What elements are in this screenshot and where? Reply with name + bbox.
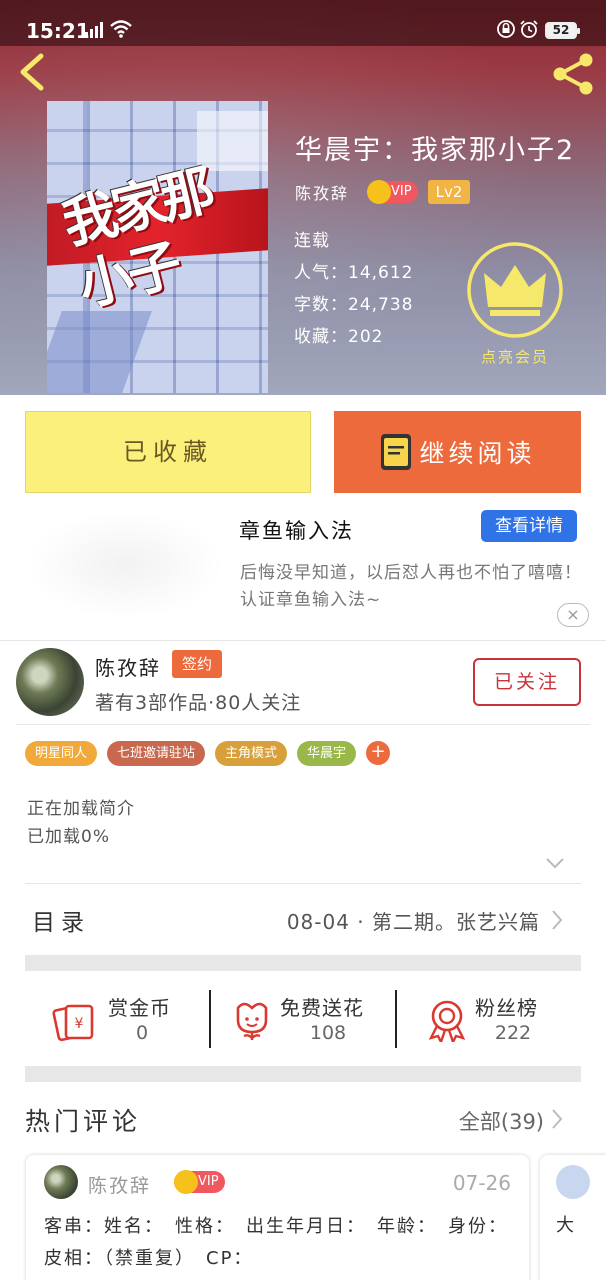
- status-time: 15:21: [26, 19, 90, 43]
- lock-icon: [497, 20, 515, 38]
- book-title: 华晨宇：我家那小子2: [295, 135, 576, 166]
- chevron-right-icon[interactable]: [551, 1108, 563, 1130]
- red-envelope-icon: ¥: [52, 1004, 94, 1042]
- ad-title: 章鱼输入法: [239, 519, 354, 543]
- divider: [16, 724, 590, 725]
- medal-icon: [428, 1000, 466, 1042]
- vip-badge: VIP: [367, 180, 418, 204]
- section-separator: [25, 1066, 581, 1082]
- stat-value: 108: [309, 1022, 347, 1044]
- alarm-icon: [520, 20, 538, 38]
- continue-reading-button[interactable]: 继续阅读: [334, 411, 581, 493]
- popularity-stat: 人气：14,612: [294, 258, 413, 283]
- word-count-value: 24,738: [348, 295, 414, 315]
- tag-item[interactable]: 七班邀请驻站: [107, 741, 206, 766]
- ad-image: [25, 510, 225, 620]
- comment-user: 陈孜辞: [88, 1175, 152, 1197]
- fan-ranking[interactable]: 粉丝榜 222: [425, 986, 585, 1056]
- comment-card[interactable]: 陈孜辞 VIP 07-26 客串：姓名： 性格： 出生年月日： 年龄： 身份： …: [26, 1155, 529, 1280]
- comment-text: 大: [556, 1215, 574, 1236]
- wifi-icon: [110, 20, 132, 38]
- continue-reading-label: 继续阅读: [419, 439, 536, 468]
- intro-line: 已加载0%: [27, 827, 110, 847]
- divider: [0, 640, 606, 641]
- favorites-stat: 收藏：202: [294, 322, 383, 347]
- comment-date: 07-26: [452, 1171, 511, 1195]
- status-bar: 15:21 52: [0, 0, 606, 46]
- latest-chapter: 08-04 · 第二期。张艺兴篇: [286, 910, 540, 934]
- section-separator: [25, 955, 581, 971]
- serial-status: 连载: [294, 231, 330, 251]
- all-comments-link[interactable]: 全部(39): [459, 1106, 544, 1136]
- cover-decoration: [47, 311, 152, 393]
- word-count-label: 字数：: [294, 295, 348, 315]
- avatar[interactable]: [44, 1165, 78, 1199]
- favorites-value: 202: [348, 327, 384, 347]
- tag-item[interactable]: 主角模式: [215, 741, 288, 766]
- crown-icon: [174, 1170, 198, 1194]
- favorites-label: 收藏：: [294, 327, 348, 347]
- crown-icon: [367, 180, 392, 204]
- back-button[interactable]: [15, 52, 49, 92]
- book-cover[interactable]: 我家那小子: [47, 101, 268, 393]
- book-icon: [381, 434, 412, 470]
- avatar[interactable]: [16, 648, 84, 716]
- signed-badge: 签约: [172, 650, 222, 678]
- stat-value: 222: [494, 1022, 532, 1044]
- popularity-value: 14,612: [348, 263, 414, 283]
- ad-detail-button[interactable]: 查看详情: [481, 510, 577, 542]
- stat-label: 粉丝榜: [475, 996, 538, 1020]
- stat-value: 0: [135, 1022, 149, 1044]
- toc-label: 目录: [32, 910, 90, 936]
- share-button[interactable]: [548, 52, 598, 96]
- svg-text:¥: ¥: [75, 1016, 84, 1032]
- author-stats: 著有3部作品·80人关注: [95, 692, 302, 714]
- level-badge: Lv2: [427, 180, 471, 204]
- author-name[interactable]: 陈孜辞: [295, 180, 349, 204]
- comment-text: 客串：姓名： 性格： 出生年月日： 年龄： 身份： 皮相：（禁重复） CP：: [44, 1216, 519, 1269]
- cover-title: 我家那小子: [56, 157, 218, 319]
- author-block-name[interactable]: 陈孜辞: [95, 652, 161, 681]
- vip-label: VIP: [198, 1174, 219, 1189]
- more-tags-button[interactable]: +: [366, 741, 391, 765]
- avatar[interactable]: [556, 1165, 590, 1199]
- chevron-right-icon: [552, 910, 563, 930]
- stat-label: 赏金币: [108, 996, 171, 1020]
- battery-icon: 52: [545, 22, 580, 39]
- collected-button[interactable]: 已收藏: [25, 411, 311, 493]
- ad-close-icon[interactable]: ×: [557, 603, 589, 627]
- vip-badge: VIP: [174, 1170, 225, 1194]
- follow-button[interactable]: 已关注: [473, 658, 581, 706]
- book-intro: 正在加载简介 已加载0%: [27, 795, 135, 851]
- divider: [395, 990, 397, 1048]
- intro-line: 正在加载简介: [27, 799, 135, 819]
- comment-card[interactable]: 大: [540, 1155, 606, 1280]
- author-row: 陈孜辞 VIP Lv2: [295, 180, 471, 204]
- hot-comments-title: 热门评论: [25, 1107, 142, 1136]
- tag-list: 明星同人 七班邀请驻站 主角模式 华晨宇 +: [25, 741, 391, 767]
- signal-icon: [85, 22, 103, 38]
- vip-label: VIP: [391, 184, 412, 199]
- word-count-stat: 字数：24,738: [294, 290, 413, 315]
- tag-item[interactable]: 明星同人: [25, 741, 98, 766]
- chevron-down-icon[interactable]: [545, 856, 565, 870]
- divider: [209, 990, 211, 1048]
- tag-item[interactable]: 华晨宇: [297, 741, 357, 766]
- stat-label: 免费送花: [280, 996, 364, 1020]
- member-crown-icon[interactable]: [466, 241, 564, 339]
- member-label[interactable]: 点亮会员: [470, 346, 560, 367]
- popularity-label: 人气：: [294, 263, 348, 283]
- flower-icon: [236, 1002, 268, 1040]
- reward-coins[interactable]: ¥ 赏金币 0: [52, 986, 202, 1056]
- free-flowers[interactable]: 免费送花 108: [230, 986, 390, 1056]
- ad-description: 后悔没早知道，以后怼人再也不怕了嘻嘻！认证章鱼输入法~: [240, 563, 582, 610]
